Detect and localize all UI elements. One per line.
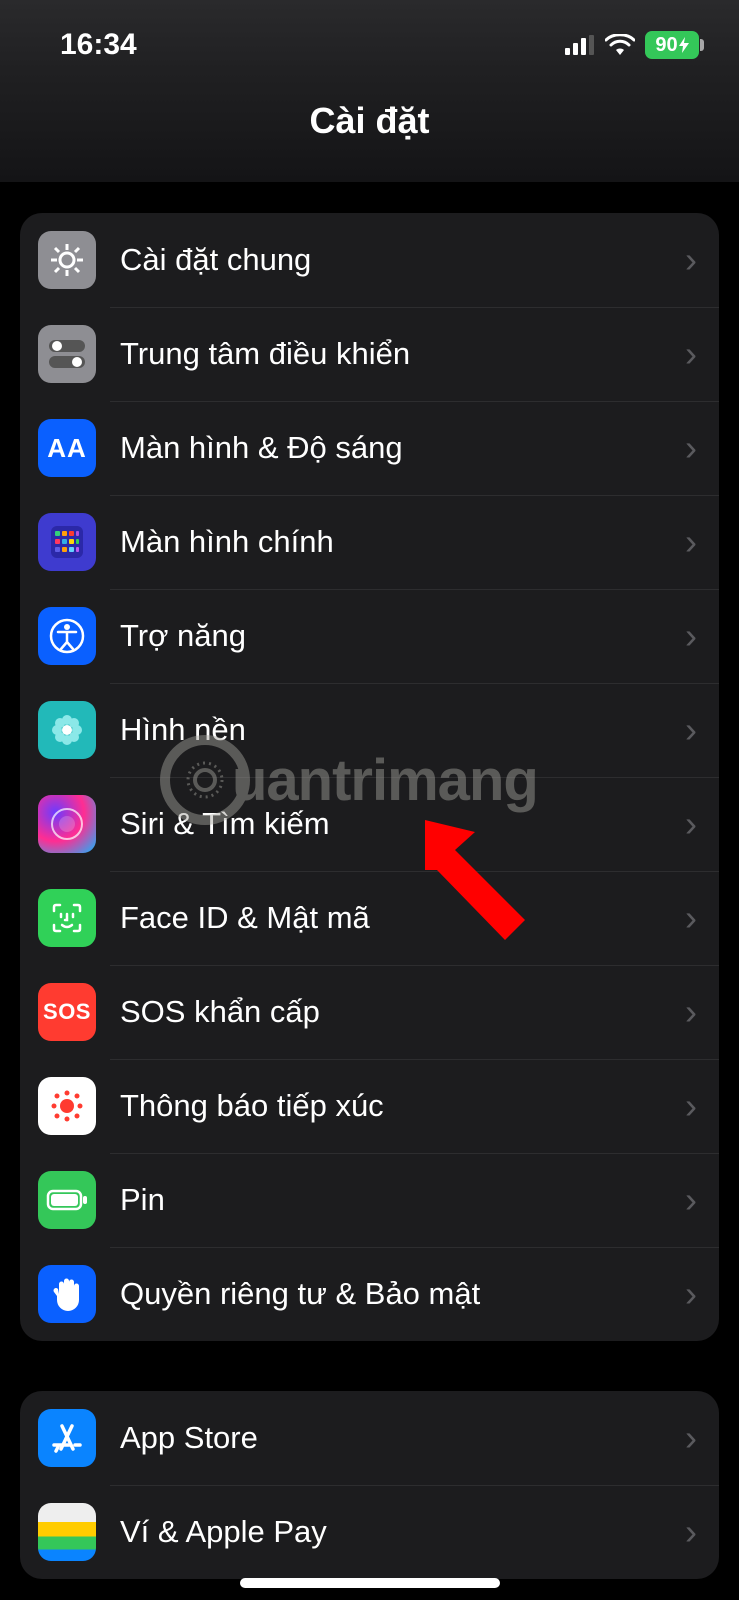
wifi-icon bbox=[605, 34, 635, 56]
siri-icon bbox=[38, 795, 96, 853]
row-label: Trợ năng bbox=[120, 618, 685, 654]
row-display-brightness[interactable]: AA Màn hình & Độ sáng › bbox=[20, 401, 719, 495]
settings-group-system: Cài đặt chung › Trung tâm điều khiển › A… bbox=[20, 213, 719, 1341]
row-control-center[interactable]: Trung tâm điều khiển › bbox=[20, 307, 719, 401]
page-title: Cài đặt bbox=[0, 100, 739, 142]
textsize-icon: AA bbox=[38, 419, 96, 477]
battery-icon bbox=[38, 1171, 96, 1229]
chevron-right-icon: › bbox=[685, 430, 697, 466]
row-siri-search[interactable]: Siri & Tìm kiếm › bbox=[20, 777, 719, 871]
row-label: Ví & Apple Pay bbox=[120, 1514, 685, 1550]
status-indicators: 90 bbox=[565, 31, 699, 59]
settings-list[interactable]: Cài đặt chung › Trung tâm điều khiển › A… bbox=[0, 183, 739, 1579]
chevron-right-icon: › bbox=[685, 242, 697, 278]
flower-icon bbox=[38, 701, 96, 759]
row-general[interactable]: Cài đặt chung › bbox=[20, 213, 719, 307]
row-label: Trung tâm điều khiển bbox=[120, 336, 685, 372]
battery-percent: 90 bbox=[655, 34, 677, 57]
status-time: 16:34 bbox=[60, 28, 137, 62]
row-label: SOS khẩn cấp bbox=[120, 994, 685, 1030]
chevron-right-icon: › bbox=[685, 1514, 697, 1550]
settings-group-store: App Store › Ví & Apple Pay › bbox=[20, 1391, 719, 1579]
hand-icon bbox=[38, 1265, 96, 1323]
chevron-right-icon: › bbox=[685, 524, 697, 560]
gear-icon bbox=[38, 231, 96, 289]
exposure-icon bbox=[38, 1077, 96, 1135]
home-indicator[interactable] bbox=[240, 1578, 500, 1588]
row-battery[interactable]: Pin › bbox=[20, 1153, 719, 1247]
row-wallet-apple-pay[interactable]: Ví & Apple Pay › bbox=[20, 1485, 719, 1579]
row-label: Pin bbox=[120, 1182, 685, 1218]
row-emergency-sos[interactable]: SOS SOS khẩn cấp › bbox=[20, 965, 719, 1059]
toggles-icon bbox=[38, 325, 96, 383]
row-app-store[interactable]: App Store › bbox=[20, 1391, 719, 1485]
accessibility-icon bbox=[38, 607, 96, 665]
chevron-right-icon: › bbox=[685, 994, 697, 1030]
appgrid-icon bbox=[38, 513, 96, 571]
row-label: Siri & Tìm kiếm bbox=[120, 806, 685, 842]
row-label: Face ID & Mật mã bbox=[120, 900, 685, 936]
sos-icon: SOS bbox=[38, 983, 96, 1041]
faceid-icon bbox=[38, 889, 96, 947]
row-faceid-passcode[interactable]: Face ID & Mật mã › bbox=[20, 871, 719, 965]
chevron-right-icon: › bbox=[685, 1420, 697, 1456]
navigation-header: Cài đặt bbox=[0, 70, 739, 183]
chevron-right-icon: › bbox=[685, 1276, 697, 1312]
row-label: Hình nền bbox=[120, 712, 685, 748]
row-home-screen[interactable]: Màn hình chính › bbox=[20, 495, 719, 589]
chevron-right-icon: › bbox=[685, 806, 697, 842]
row-accessibility[interactable]: Trợ năng › bbox=[20, 589, 719, 683]
wallet-icon bbox=[38, 1503, 96, 1561]
chevron-right-icon: › bbox=[685, 900, 697, 936]
chevron-right-icon: › bbox=[685, 1088, 697, 1124]
row-label: Màn hình chính bbox=[120, 524, 685, 560]
row-label: App Store bbox=[120, 1420, 685, 1456]
row-label: Thông báo tiếp xúc bbox=[120, 1088, 685, 1124]
battery-indicator: 90 bbox=[645, 31, 699, 59]
appstore-icon bbox=[38, 1409, 96, 1467]
chevron-right-icon: › bbox=[685, 618, 697, 654]
row-label: Quyền riêng tư & Bảo mật bbox=[120, 1276, 685, 1312]
row-privacy-security[interactable]: Quyền riêng tư & Bảo mật › bbox=[20, 1247, 719, 1341]
cellular-icon bbox=[565, 35, 595, 55]
chevron-right-icon: › bbox=[685, 712, 697, 748]
row-label: Màn hình & Độ sáng bbox=[120, 430, 685, 466]
chevron-right-icon: › bbox=[685, 336, 697, 372]
row-label: Cài đặt chung bbox=[120, 242, 685, 278]
chevron-right-icon: › bbox=[685, 1182, 697, 1218]
status-bar: 16:34 90 bbox=[0, 0, 739, 70]
row-wallpaper[interactable]: Hình nền › bbox=[20, 683, 719, 777]
row-exposure-notifications[interactable]: Thông báo tiếp xúc › bbox=[20, 1059, 719, 1153]
